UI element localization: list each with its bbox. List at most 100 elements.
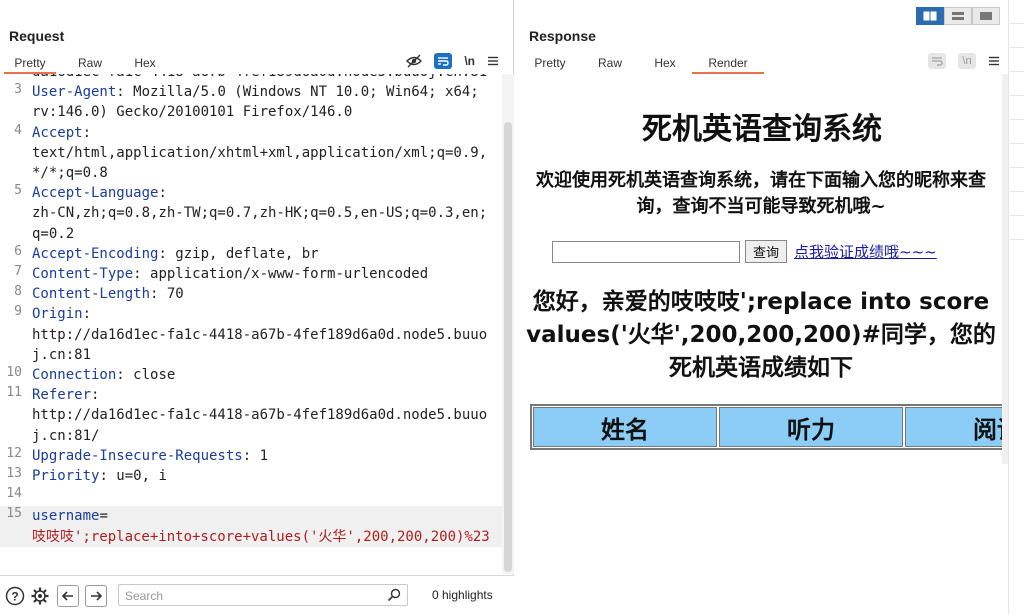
request-line: 13 Priority: u=0, i (0, 466, 502, 486)
request-line: 6 Accept-Encoding: gzip, deflate, br (0, 244, 502, 264)
request-line: 10 Connection: close (0, 365, 502, 385)
header-value: application/x-www-form-urlencoded (150, 266, 429, 283)
hide-eye-icon[interactable] (406, 54, 423, 68)
request-body-line: 15 username= 吱吱吱';replace+into+score+val… (0, 506, 502, 547)
newline-icon[interactable]: \n (958, 53, 976, 69)
header-value: gzip, deflate, br (175, 245, 319, 262)
header-name: Accept-Encoding (32, 245, 159, 262)
greeting-text: 您好，亲爱的吱吱吱';replace into score values('火华… (526, 289, 996, 381)
table-header-listening: 听力 (719, 407, 903, 447)
header-value: u=0, i (116, 468, 167, 485)
body-param-value: 吱吱吱';replace+into+score+values('火华',200,… (32, 528, 490, 545)
table-header-reading: 阅读 (905, 407, 1002, 447)
wrap-lines-icon[interactable] (928, 53, 946, 69)
line-number: 11 (6, 385, 22, 401)
line-number: 10 (6, 365, 22, 381)
side-strip (1008, 0, 1024, 615)
line-number: 15 (6, 506, 22, 522)
tab-render[interactable]: Render (692, 52, 764, 74)
search-placeholder: Search (125, 589, 164, 603)
header-value: zh-CN,zh;q=0.8,zh-TW;q=0.7,zh-HK;q=0.5,e… (32, 205, 488, 242)
tab-raw[interactable]: Raw (588, 52, 632, 74)
query-button[interactable]: 查询 (745, 240, 788, 263)
header-value: 70 (166, 286, 184, 303)
tab-hex[interactable]: Hex (122, 52, 168, 74)
header-name: Content-Length (32, 286, 151, 303)
request-line: 4 Accept: text/html,application/xhtml+xm… (0, 123, 502, 184)
request-editor[interactable]: da16d1ec-fa1c-4418-a67b-4fef189d6a0d.nod… (0, 74, 502, 574)
nickname-input[interactable] (552, 240, 740, 263)
request-bottom-bar: ? Search 0 highlights (0, 575, 514, 615)
request-line: da16d1ec-fa1c-4418-a67b-4fef189d6a0d.nod… (0, 74, 502, 82)
back-arrow-button[interactable] (57, 585, 79, 607)
line-number: 14 (6, 486, 22, 502)
arrow-right-icon (91, 591, 103, 601)
request-line: 3 User-Agent: Mozilla/5.0 (Windows NT 10… (0, 82, 502, 122)
menu-icon[interactable] (988, 56, 1000, 66)
request-line: 8 Content-Length: 70 (0, 284, 502, 304)
header-value: text/html,application/xhtml+xml,applicat… (32, 144, 488, 182)
tab-raw[interactable]: Raw (66, 52, 114, 74)
header-name: Upgrade-Insecure-Requests (32, 447, 243, 464)
score-table: 姓名 听力 阅读 (530, 404, 1002, 450)
query-form: 查询 点我验证成绩哦~~~ (552, 240, 937, 263)
request-line: 9 Origin: http://da16d1ec-fa1c-4418-a67b… (0, 304, 502, 365)
request-pane: Request Pretty Raw Hex \n da16d1ec-fa1c-… (0, 0, 514, 615)
search-icon[interactable] (387, 588, 401, 605)
svg-text:?: ? (11, 590, 18, 604)
header-name: Accept-Language (32, 185, 159, 202)
request-line: 14 (0, 486, 502, 506)
response-title: Response (529, 28, 596, 44)
line-number: 7 (14, 264, 22, 280)
help-icon[interactable]: ? (4, 585, 26, 607)
tab-pretty[interactable]: Pretty (4, 52, 56, 74)
response-pane: Response Pretty Raw Hex Render \n 死机英语查询… (516, 0, 1010, 615)
response-editor-icons: \n (928, 52, 1000, 70)
header-value: close (133, 367, 176, 384)
request-line: 11 Referer: http://da16d1ec-fa1c-4418-a6… (0, 385, 502, 446)
header-name: Priority (32, 468, 100, 485)
header-name: Origin (32, 306, 83, 323)
welcome-text: 欢迎使用死机英语查询系统，请在下面输入您的昵称来查询，查询不当可能导致死机哦~ (536, 170, 986, 217)
page-heading: 死机英语查询系统 (642, 112, 882, 147)
tab-hex[interactable]: Hex (644, 52, 686, 74)
settings-gear-icon[interactable] (29, 585, 51, 607)
search-input[interactable]: Search (118, 584, 408, 606)
line-number: 5 (14, 183, 22, 199)
rendered-page: 死机英语查询系统 欢迎使用死机英语查询系统，请在下面输入您的昵称来查询，查询不当… (522, 74, 1002, 614)
burp-repeater-view: Request Pretty Raw Hex \n da16d1ec-fa1c-… (0, 0, 1024, 615)
host-value-continued: da16d1ec-fa1c-4418-a67b-4fef189d6a0d.nod… (32, 74, 492, 82)
request-title: Request (9, 28, 65, 44)
forward-arrow-button[interactable] (85, 585, 107, 607)
header-value: 1 (259, 447, 269, 464)
header-name: Content-Type (32, 266, 134, 283)
line-number: 3 (14, 82, 22, 98)
line-number: 9 (14, 304, 22, 320)
line-number: 6 (14, 243, 22, 259)
highlights-count: 0 highlights (432, 588, 493, 602)
header-name: Accept (32, 124, 83, 141)
request-line: 5 Accept-Language: zh-CN,zh;q=0.8,zh-TW;… (0, 183, 502, 244)
header-name: Referer (32, 387, 92, 404)
request-scrollbar[interactable] (502, 74, 514, 574)
request-editor-icons: \n (406, 52, 499, 70)
tab-pretty[interactable]: Pretty (524, 52, 576, 74)
request-line: 7 Content-Type: application/x-www-form-u… (0, 264, 502, 284)
table-header-name: 姓名 (533, 407, 717, 447)
header-value: http://da16d1ec-fa1c-4418-a67b-4fef189d6… (32, 407, 488, 444)
line-number: 8 (14, 284, 22, 300)
line-number: 4 (14, 122, 22, 138)
line-number: 12 (6, 445, 22, 461)
scroll-thumb[interactable] (504, 122, 512, 572)
header-name: Connection (32, 367, 117, 384)
arrow-left-icon (61, 591, 73, 601)
wrap-lines-icon[interactable] (434, 53, 453, 69)
menu-icon[interactable] (487, 56, 499, 66)
verify-score-link[interactable]: 点我验证成绩哦~~~ (794, 241, 937, 262)
header-name: User-Agent (32, 84, 117, 101)
newline-icon[interactable]: \n (464, 54, 475, 68)
line-number: 13 (6, 466, 22, 482)
request-line: 12 Upgrade-Insecure-Requests: 1 (0, 446, 502, 466)
header-value: http://da16d1ec-fa1c-4418-a67b-4fef189d6… (32, 326, 488, 363)
body-param-name: username (32, 508, 100, 525)
